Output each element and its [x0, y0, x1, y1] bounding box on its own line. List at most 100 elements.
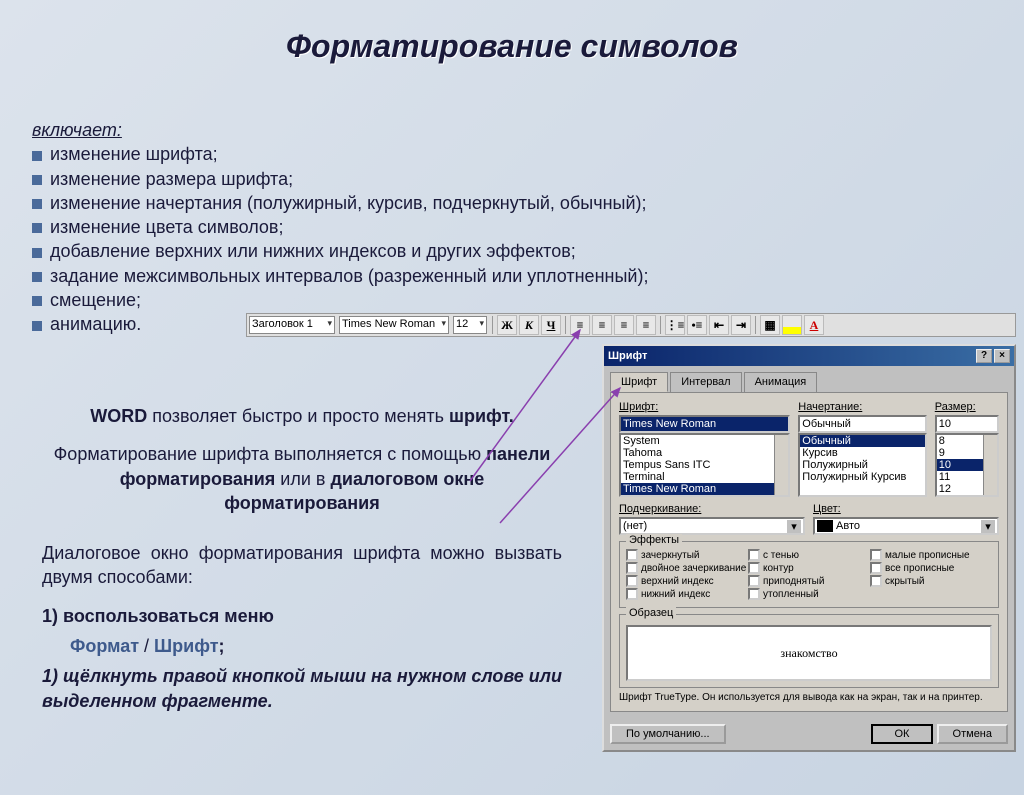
highlight-button[interactable]: [782, 315, 802, 335]
dialog-tabs: Шрифт Интервал Анимация: [604, 366, 1014, 392]
formatting-toolbar: Заголовок 1 Times New Roman 12 Ж К Ч ≡ ≡…: [246, 313, 1016, 337]
scrollbar[interactable]: [983, 435, 997, 495]
list-item[interactable]: Полужирный Курсив: [800, 471, 924, 483]
body-text-bold: шрифт.: [449, 406, 514, 426]
help-button[interactable]: ?: [976, 349, 992, 363]
list-item: изменение шрифта;: [32, 142, 972, 166]
cancel-button[interactable]: Отмена: [937, 724, 1008, 744]
close-button[interactable]: ×: [994, 349, 1010, 363]
menu-format: Формат: [70, 636, 139, 656]
size-label: Размер:: [935, 401, 999, 413]
chk-label: все прописные: [885, 563, 954, 574]
word-bold: WORD: [90, 406, 147, 426]
dialog-title: Шрифт: [608, 350, 647, 362]
font-label: Шрифт:: [619, 401, 790, 413]
font-color-button[interactable]: A: [804, 315, 824, 335]
tab-font[interactable]: Шрифт: [610, 372, 668, 392]
checkbox-outline[interactable]: контур: [748, 562, 870, 574]
checkbox-hidden[interactable]: скрытый: [870, 575, 992, 587]
bulleted-list-button[interactable]: •≡: [687, 315, 707, 335]
checkbox-superscript[interactable]: верхний индекс: [626, 575, 748, 587]
underline-button[interactable]: Ч: [541, 315, 561, 335]
font-combo[interactable]: Times New Roman: [339, 316, 449, 334]
list-item: изменение цвета символов;: [32, 215, 972, 239]
list-item: добавление верхних или нижних индексов и…: [32, 239, 972, 263]
style-input[interactable]: Обычный: [798, 415, 926, 433]
chk-label: зачеркнутый: [641, 550, 700, 561]
checkbox-allcaps[interactable]: все прописные: [870, 562, 992, 574]
body-text-span: позволяет быстро и просто менять: [147, 406, 449, 426]
list-item: изменение размера шрифта;: [32, 167, 972, 191]
effects-group: Эффекты зачеркнутый двойное зачеркивание…: [619, 541, 999, 608]
size-listbox[interactable]: 8 9 10 11 12: [935, 433, 999, 497]
align-right-button[interactable]: ≡: [614, 315, 634, 335]
font-listbox[interactable]: System Tahoma Tempus Sans ITC Terminal T…: [619, 433, 790, 497]
effects-legend: Эффекты: [626, 534, 682, 546]
chk-label: малые прописные: [885, 550, 970, 561]
italic-button[interactable]: К: [519, 315, 539, 335]
style-combo[interactable]: Заголовок 1: [249, 316, 335, 334]
underline-combo[interactable]: (нет): [619, 517, 805, 535]
style-listbox[interactable]: Обычный Курсив Полужирный Полужирный Кур…: [798, 433, 926, 497]
body-text-span: или в: [275, 469, 330, 489]
chk-label: двойное зачеркивание: [641, 563, 746, 574]
separator: [492, 316, 493, 334]
sample-legend: Образец: [626, 607, 676, 619]
chk-label: скрытый: [885, 576, 924, 587]
checkbox-shadow[interactable]: с тенью: [748, 549, 870, 561]
tab-spacing[interactable]: Интервал: [670, 372, 741, 392]
default-button[interactable]: По умолчанию...: [610, 724, 726, 744]
borders-button[interactable]: ▦: [760, 315, 780, 335]
font-dialog: Шрифт ? × Шрифт Интервал Анимация Шрифт:…: [602, 344, 1016, 752]
intro-block: включает: изменение шрифта; изменение ра…: [32, 118, 972, 337]
sample-group: Образец знакомство: [619, 614, 999, 688]
list-item[interactable]: Tempus Sans ITC: [621, 459, 788, 471]
list-item: изменение начертания (полужирный, курсив…: [32, 191, 972, 215]
bullet-list: изменение шрифта; изменение размера шриф…: [32, 142, 972, 336]
chk-label: приподнятый: [763, 576, 824, 587]
intro-label: включает:: [32, 120, 122, 140]
list-item[interactable]: Обычный: [800, 435, 924, 447]
color-label: Цвет:: [813, 503, 999, 515]
numbered-list-button[interactable]: ⋮≡: [665, 315, 685, 335]
checkbox-strikethrough[interactable]: зачеркнутый: [626, 549, 748, 561]
checkbox-subscript[interactable]: нижний индекс: [626, 588, 748, 600]
font-input[interactable]: Times New Roman: [619, 415, 790, 433]
list-item[interactable]: Times New Roman: [621, 483, 788, 495]
tab-animation[interactable]: Анимация: [744, 372, 818, 392]
dialog-titlebar: Шрифт ? ×: [604, 346, 1014, 366]
chk-label: верхний индекс: [641, 576, 714, 587]
list-item[interactable]: Terminal: [621, 471, 788, 483]
chk-label: утопленный: [763, 589, 819, 600]
checkbox-double-strike[interactable]: двойное зачеркивание: [626, 562, 748, 574]
align-left-button[interactable]: ≡: [570, 315, 590, 335]
checkbox-engrave[interactable]: утопленный: [748, 588, 870, 600]
list-item[interactable]: Курсив: [800, 447, 924, 459]
color-value: Авто: [836, 520, 860, 532]
color-swatch-icon: [817, 520, 833, 532]
size-input[interactable]: 10: [935, 415, 999, 433]
align-justify-button[interactable]: ≡: [636, 315, 656, 335]
separator: [660, 316, 661, 334]
sample-preview: знакомство: [626, 625, 992, 681]
scrollbar[interactable]: [774, 435, 788, 495]
checkbox-smallcaps[interactable]: малые прописные: [870, 549, 992, 561]
checkbox-emboss[interactable]: приподнятый: [748, 575, 870, 587]
ok-button[interactable]: ОК: [871, 724, 934, 744]
list-item[interactable]: Полужирный: [800, 459, 924, 471]
ol-sep: /: [139, 636, 154, 656]
color-combo[interactable]: Авто: [813, 517, 999, 535]
slide-title: Форматирование символов: [0, 28, 1024, 65]
underline-label: Подчеркивание:: [619, 503, 805, 515]
menu-font: Шрифт: [154, 636, 218, 656]
bold-button[interactable]: Ж: [497, 315, 517, 335]
ol-item: 1) щёлкнуть правой кнопкой мыши на нужно…: [42, 666, 562, 710]
align-center-button[interactable]: ≡: [592, 315, 612, 335]
chk-label: контур: [763, 563, 794, 574]
outdent-button[interactable]: ⇤: [709, 315, 729, 335]
indent-button[interactable]: ⇥: [731, 315, 751, 335]
list-item: задание межсимвольных интервалов (разреж…: [32, 264, 972, 288]
list-item[interactable]: System: [621, 435, 788, 447]
size-combo[interactable]: 12: [453, 316, 487, 334]
list-item[interactable]: Tahoma: [621, 447, 788, 459]
